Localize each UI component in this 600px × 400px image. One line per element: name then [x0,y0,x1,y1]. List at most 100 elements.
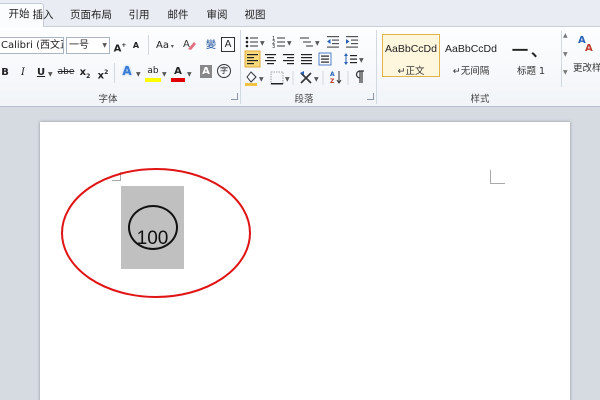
line-spacing-icon[interactable]: ▼ [344,53,364,65]
style-normal-sample: AaBbCcDd [385,43,437,55]
text-effect-dropdown-icon: ▼ [136,71,141,78]
tab-review[interactable]: 审阅 [202,5,232,27]
style-no-spacing-name: ↵无间隔 [452,66,490,77]
text-effect-icon: A [122,64,132,78]
change-case-button[interactable]: Aa ▾ [154,38,176,54]
underline-dropdown-icon: ▼ [48,71,53,78]
highlight-color-bar [145,78,161,82]
font-color-icon: A [174,66,182,77]
svg-text:▼: ▼ [259,76,264,83]
bullets-icon[interactable]: ▼ [245,36,265,48]
divider [114,63,115,83]
align-center-icon[interactable] [265,54,276,65]
svg-text:3: 3 [272,44,275,50]
align-left-selected-bg [244,50,261,68]
font-group-label: 字体 [98,94,118,105]
clear-formatting-icon: A [183,39,196,50]
svg-text:▼: ▼ [359,57,364,64]
enclose-characters-icon: 字 [220,66,228,75]
borders-icon[interactable]: ▼ [270,71,290,85]
tab-page-layout[interactable]: 页面布局 [66,5,116,27]
style-heading-1-name: 标题 1 [516,66,546,77]
sort-icon[interactable]: A Z [330,71,342,85]
group-divider [240,30,241,104]
italic-icon: I [21,67,25,78]
shrink-font-icon: A [132,41,140,50]
justify-icon[interactable] [301,54,312,65]
svg-text:A: A [330,71,335,78]
change-styles-label: 更改样 [573,63,600,74]
style-no-spacing[interactable]: AaBbCcDd ↵无间隔 [442,34,500,77]
align-right-icon[interactable] [283,54,294,65]
svg-text:Z: Z [330,78,335,85]
decrease-indent-icon[interactable] [327,36,339,48]
highlight-icon: ab [147,66,159,76]
superscript-button[interactable]: x2 [96,65,110,81]
svg-text:▼: ▼ [314,76,319,83]
styles-group-label: 样式 [470,94,490,105]
svg-text:▼: ▼ [287,40,292,47]
numbering-icon[interactable]: 1 2 3 ▼ [272,36,292,50]
shading-icon[interactable]: ▼ [245,71,264,86]
group-divider [376,30,377,104]
font-size-dropdown-icon: ▼ [102,42,107,49]
font-size-value: 一号 [69,40,89,51]
chinese-layout-icon[interactable]: ▼ [300,71,319,84]
change-styles-icon: A A [578,35,593,54]
change-case-icon: Aa [156,40,170,51]
increase-indent-icon[interactable] [346,36,358,48]
style-heading-1-sample: 一、 [511,43,550,60]
italic-button[interactable]: I [18,65,28,81]
grow-font-button[interactable]: A+ [113,38,127,54]
paragraph-dialog-launcher[interactable] [367,93,374,100]
subscript-button[interactable]: x2 [78,65,92,81]
character-shading-button[interactable]: A [200,65,212,78]
divider [148,35,149,55]
style-heading-1[interactable]: 一、 标题 1 [502,34,560,77]
enclose-characters-button[interactable]: 字 [217,64,231,78]
scroll-down-icon[interactable]: ▼ [563,51,568,58]
font-name-combo[interactable]: Calibri (西文正 [0,37,64,54]
font-size-combo[interactable]: 一号 ▼ [66,37,110,54]
character-border-button[interactable]: A [221,37,235,52]
document-page[interactable]: 100 [40,122,570,400]
underline-icon: U [36,67,46,78]
change-styles-button[interactable]: A A 更改样 [572,31,600,87]
distributed-icon[interactable] [318,52,332,66]
character-border-icon: A [224,39,232,50]
svg-text:▼: ▼ [260,40,265,47]
margin-mark-top-right [490,170,505,184]
multilevel-list-icon[interactable]: ▼ [300,37,320,47]
show-hide-marks-icon[interactable] [355,70,365,83]
shrink-font-button[interactable]: A [129,38,143,54]
ribbon: Calibri (西文正 一号 ▼ A+ A Aa ▾ A 變 A B I U … [0,27,600,107]
font-color-bar [171,78,185,82]
paragraph-buttons-row: ▼ 1 2 3 ▼ ▼ ▼ ▼ ▼ ▼ A Z [244,36,365,86]
svg-text:▼: ▼ [285,76,290,83]
text-effect-button[interactable]: A [120,64,134,80]
scroll-up-icon[interactable]: ▲ [563,32,568,39]
tab-view[interactable]: 视图 [240,5,270,27]
phonetic-guide-icon: 變 [206,40,216,51]
highlight-button[interactable]: ab [145,64,161,82]
styles-scroll: ▲ ▼ ▼ [561,31,570,87]
red-annotation-ellipse [61,168,251,298]
font-dialog-launcher[interactable] [231,93,238,100]
phonetic-guide-button[interactable]: 變 [203,38,219,54]
font-color-dropdown-icon: ▼ [187,71,192,78]
strikethrough-button[interactable]: abe [57,65,75,81]
document-area: 100 [0,108,600,400]
bold-icon: B [1,67,9,78]
bold-button[interactable]: B [0,65,10,81]
font-color-button[interactable]: A [171,64,185,82]
tab-insert[interactable]: 插入 [28,5,58,27]
clear-formatting-button[interactable]: A [182,37,196,53]
underline-button[interactable]: U [35,65,47,81]
ribbon-tab-bar: 开始 插入 页面布局 引用 邮件 审阅 视图 [0,0,600,28]
style-normal-name: ↵正文 [397,66,425,77]
tab-mailings[interactable]: 邮件 [163,5,193,27]
style-normal[interactable]: AaBbCcDd ↵正文 [382,34,440,77]
tab-references[interactable]: 引用 [124,5,154,27]
more-styles-icon[interactable]: ▼ [563,69,568,76]
svg-text:A: A [585,43,593,54]
